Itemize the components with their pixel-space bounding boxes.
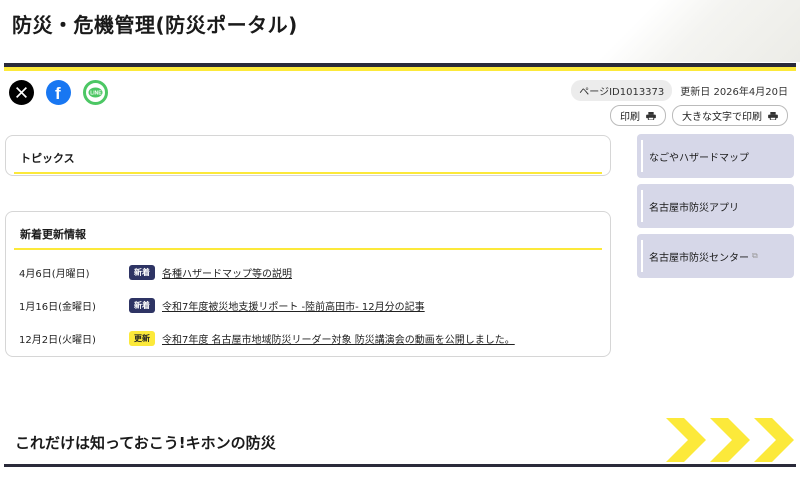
large-print-button[interactable]: 大きな文字で印刷 (672, 105, 788, 126)
topics-heading: トピックス (14, 146, 602, 174)
chevron-right-icon (666, 418, 706, 462)
printer-icon (646, 111, 656, 120)
print-label: 印刷 (620, 112, 640, 123)
new-badge: 新着 (129, 298, 155, 313)
printer-icon (768, 111, 778, 120)
topics-panel: トピックス (5, 135, 611, 176)
sidebar-item-label: 名古屋市防災アプリ (649, 202, 739, 214)
news-item: 1月16日(金曜日) 新着 令和7年度被災地支援リポート -陸前高田市- 12月… (6, 289, 610, 322)
section-divider (4, 464, 796, 467)
svg-text:LINE: LINE (90, 91, 102, 97)
print-buttons: 印刷 大きな文字で印刷 (610, 105, 788, 126)
sidebar-item-label: なごやハザードマップ (649, 152, 749, 164)
facebook-share-icon[interactable]: f (46, 80, 71, 105)
page-meta: ページID1013373 更新日 2026年4月20日 (571, 80, 788, 101)
sidebar-item-label: 名古屋市防災センター (649, 252, 749, 264)
chevron-right-icon (710, 418, 750, 462)
news-item: 4月6日(月曜日) 新着 各種ハザードマップ等の説明 (6, 256, 610, 289)
title-divider-yellow (4, 67, 796, 71)
external-link-icon: ⧉ (752, 251, 758, 260)
news-link[interactable]: 各種ハザードマップ等の説明 (162, 265, 292, 280)
sidebar-item-disaster-app[interactable]: 名古屋市防災アプリ (637, 184, 794, 228)
line-share-icon[interactable]: LINE (83, 80, 108, 105)
chevron-right-icon (754, 418, 794, 462)
chevron-decoration (666, 418, 794, 462)
sidebar-item-hazard-map[interactable]: なごやハザードマップ (637, 134, 794, 178)
news-date: 12月2日(火曜日) (19, 335, 96, 346)
page-title: 防災・危機管理(防災ポータル) (12, 13, 298, 37)
svg-text:f: f (55, 85, 61, 101)
updated-date: 更新日 2026年4月20日 (680, 87, 788, 98)
news-link[interactable]: 令和7年度 名古屋市地域防災リーダー対象 防災講演会の動画を公開しました。 (162, 331, 515, 346)
news-panel: 新着更新情報 4月6日(月曜日) 新着 各種ハザードマップ等の説明 1月16日(… (5, 211, 611, 357)
large-print-label: 大きな文字で印刷 (682, 112, 762, 123)
news-date: 4月6日(月曜日) (19, 269, 90, 280)
page-id-badge: ページID1013373 (571, 80, 673, 101)
news-date: 1月16日(金曜日) (19, 302, 96, 313)
news-heading: 新着更新情報 (14, 222, 602, 250)
section-title: これだけは知っておこう!キホンの防災 (15, 434, 276, 452)
social-share-bar: f LINE (9, 80, 108, 105)
sidebar-item-disaster-center[interactable]: 名古屋市防災センター ⧉ (637, 234, 794, 278)
news-item: 12月2日(火曜日) 更新 令和7年度 名古屋市地域防災リーダー対象 防災講演会… (6, 322, 610, 355)
x-share-icon[interactable] (9, 80, 34, 105)
print-button[interactable]: 印刷 (610, 105, 666, 126)
updated-badge: 更新 (129, 331, 155, 346)
new-badge: 新着 (129, 265, 155, 280)
news-link[interactable]: 令和7年度被災地支援リポート -陸前高田市- 12月分の記事 (162, 298, 425, 313)
header-decoration (570, 0, 800, 62)
